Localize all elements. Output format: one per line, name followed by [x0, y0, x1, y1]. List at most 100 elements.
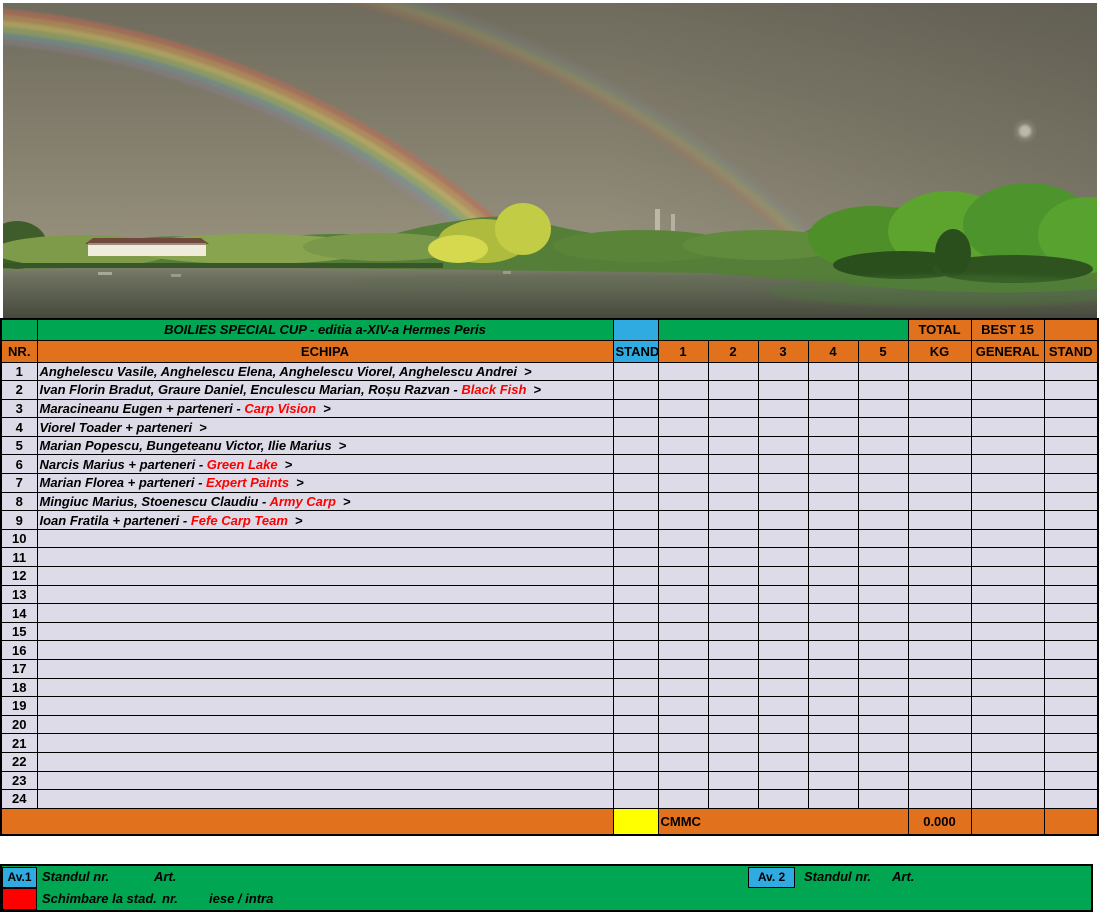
- header-best-line1[interactable]: BEST 15: [970, 318, 1045, 341]
- cell-best15[interactable]: [970, 677, 1045, 698]
- cell-echipa[interactable]: Anghelescu Vasile, Anghelescu Elena, Ang…: [36, 361, 614, 382]
- cell-round-2[interactable]: [707, 733, 759, 753]
- cell-best15[interactable]: [970, 603, 1045, 623]
- cell-round-2[interactable]: [707, 659, 759, 679]
- cell-round-3[interactable]: [757, 510, 809, 530]
- header-round-4[interactable]: 4: [807, 339, 859, 363]
- cell-round-1[interactable]: [657, 659, 709, 679]
- cell-round-5[interactable]: [857, 510, 909, 530]
- cell-round-5[interactable]: [857, 770, 909, 791]
- cell-nr[interactable]: 5: [0, 435, 38, 456]
- cell-echipa[interactable]: Marian Popescu, Bungeteanu Victor, Ilie …: [36, 435, 614, 456]
- cell-round-4[interactable]: [807, 584, 859, 605]
- cell-total-kg[interactable]: [907, 714, 972, 735]
- cell-stand[interactable]: [612, 659, 659, 679]
- cell-stand[interactable]: [612, 640, 659, 660]
- av1-badge[interactable]: Av.1: [2, 867, 37, 888]
- cell-round-5[interactable]: [857, 677, 909, 698]
- cell-nr[interactable]: 6: [0, 454, 38, 475]
- cell-round-3[interactable]: [757, 603, 809, 623]
- cell-green-rounds-top[interactable]: [657, 318, 909, 341]
- cell-stand[interactable]: [612, 435, 659, 456]
- header-round-5[interactable]: 5: [857, 339, 909, 363]
- schimbare-red-cell[interactable]: [2, 888, 37, 910]
- cell-nr[interactable]: 21: [0, 733, 38, 753]
- cell-stand[interactable]: [612, 491, 659, 512]
- cell-stand-right[interactable]: [1043, 584, 1099, 605]
- cell-round-4[interactable]: [807, 659, 859, 679]
- cell-round-1[interactable]: [657, 361, 709, 382]
- cell-round-5[interactable]: [857, 361, 909, 382]
- cell-echipa[interactable]: [36, 751, 614, 772]
- cell-best15[interactable]: [970, 640, 1045, 660]
- cell-best15[interactable]: [970, 621, 1045, 642]
- cell-best15[interactable]: [970, 584, 1045, 605]
- cell-nr[interactable]: 15: [0, 621, 38, 642]
- cell-nr[interactable]: 19: [0, 696, 38, 716]
- cell-round-2[interactable]: [707, 417, 759, 437]
- header-round-1[interactable]: 1: [657, 339, 709, 363]
- cell-round-3[interactable]: [757, 789, 809, 809]
- cell-echipa[interactable]: Narcis Marius + parteneri - Green Lake >: [36, 454, 614, 475]
- cell-round-1[interactable]: [657, 621, 709, 642]
- cell-nr[interactable]: 22: [0, 751, 38, 772]
- cell-round-3[interactable]: [757, 417, 809, 437]
- cell-round-2[interactable]: [707, 603, 759, 623]
- cell-round-1[interactable]: [657, 528, 709, 549]
- cell-echipa[interactable]: Ivan Florin Bradut, Graure Daniel, Encul…: [36, 380, 614, 400]
- cell-stand-right[interactable]: [1043, 696, 1099, 716]
- cell-nr[interactable]: 14: [0, 603, 38, 623]
- cell-stand-right[interactable]: [1043, 640, 1099, 660]
- cell-best15[interactable]: [970, 751, 1045, 772]
- cell-best15[interactable]: [970, 491, 1045, 512]
- cell-stand[interactable]: [612, 566, 659, 586]
- cell-round-4[interactable]: [807, 677, 859, 698]
- cell-round-5[interactable]: [857, 398, 909, 419]
- cell-nr[interactable]: 2: [0, 380, 38, 400]
- cell-round-5[interactable]: [857, 659, 909, 679]
- cell-nr[interactable]: 11: [0, 547, 38, 568]
- cell-round-1[interactable]: [657, 380, 709, 400]
- cell-round-4[interactable]: [807, 789, 859, 809]
- cell-best15[interactable]: [970, 435, 1045, 456]
- cell-round-2[interactable]: [707, 677, 759, 698]
- cell-stand-right[interactable]: [1043, 566, 1099, 586]
- cell-round-5[interactable]: [857, 584, 909, 605]
- cell-round-3[interactable]: [757, 714, 809, 735]
- cell-stand[interactable]: [612, 380, 659, 400]
- cell-echipa[interactable]: [36, 696, 614, 716]
- cell-echipa[interactable]: [36, 640, 614, 660]
- cell-echipa[interactable]: [36, 528, 614, 549]
- summary-total-kg-cell[interactable]: 0.000: [907, 807, 972, 836]
- cell-round-1[interactable]: [657, 789, 709, 809]
- cell-nr[interactable]: 18: [0, 677, 38, 698]
- cell-round-5[interactable]: [857, 621, 909, 642]
- cell-round-5[interactable]: [857, 380, 909, 400]
- cell-round-4[interactable]: [807, 398, 859, 419]
- cell-green-corner[interactable]: [0, 318, 38, 341]
- cell-round-5[interactable]: [857, 547, 909, 568]
- cell-echipa[interactable]: Maracineanu Eugen + parteneri - Carp Vis…: [36, 398, 614, 419]
- cell-blue-top[interactable]: [612, 318, 659, 341]
- cell-best15[interactable]: [970, 380, 1045, 400]
- cell-round-3[interactable]: [757, 640, 809, 660]
- cell-round-1[interactable]: [657, 603, 709, 623]
- cell-echipa[interactable]: [36, 566, 614, 586]
- cell-best15[interactable]: [970, 770, 1045, 791]
- cell-round-3[interactable]: [757, 696, 809, 716]
- cell-round-2[interactable]: [707, 435, 759, 456]
- cell-round-1[interactable]: [657, 454, 709, 475]
- cell-stand-right[interactable]: [1043, 398, 1099, 419]
- cell-stand-right[interactable]: [1043, 603, 1099, 623]
- cell-round-4[interactable]: [807, 454, 859, 475]
- cell-total-kg[interactable]: [907, 789, 972, 809]
- cell-round-5[interactable]: [857, 751, 909, 772]
- cell-best15[interactable]: [970, 417, 1045, 437]
- cell-echipa[interactable]: [36, 584, 614, 605]
- cell-stand-right[interactable]: [1043, 435, 1099, 456]
- cell-best15[interactable]: [970, 547, 1045, 568]
- cell-total-kg[interactable]: [907, 659, 972, 679]
- cell-stand[interactable]: [612, 714, 659, 735]
- cell-round-4[interactable]: [807, 417, 859, 437]
- cell-total-kg[interactable]: [907, 435, 972, 456]
